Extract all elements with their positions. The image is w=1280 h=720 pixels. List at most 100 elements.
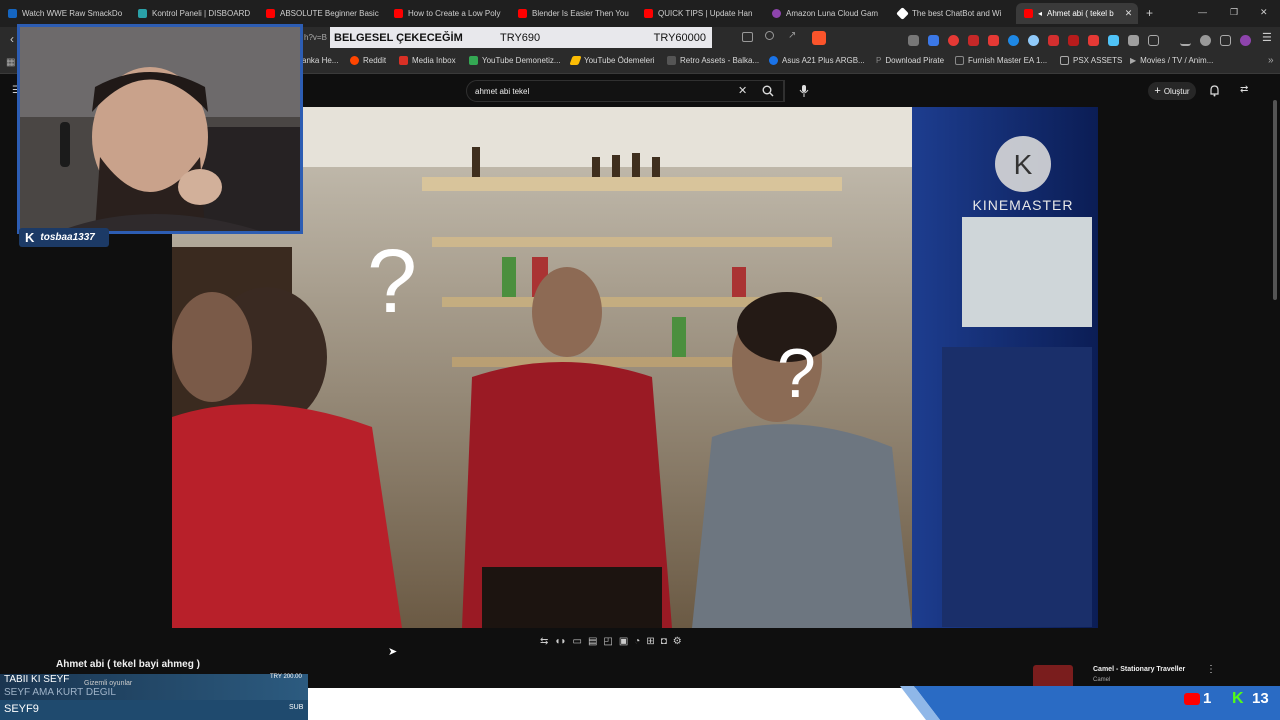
extension-icon[interactable]: [1068, 35, 1079, 46]
tab-amazon-luna[interactable]: Amazon Luna Cloud Gam: [764, 3, 890, 24]
search-input[interactable]: ahmet abi tekel: [466, 80, 784, 102]
retro-assets-icon: [667, 56, 676, 65]
account-avatar-icon[interactable]: ⇄: [1240, 84, 1248, 95]
zoom-icon[interactable]: [765, 31, 774, 40]
question-mark-overlay: ?: [367, 232, 417, 332]
bookmark-item[interactable]: YouTube Ödemeleri: [569, 56, 655, 65]
bookmark-item[interactable]: YouTube Demonetiz...: [469, 56, 561, 65]
bookmark-label: Furnish Master EA 1...: [968, 56, 1048, 65]
youtube-icon: [644, 9, 653, 18]
tab-wwe[interactable]: Watch WWE Raw SmackDo: [0, 3, 130, 24]
donation-goal: TRY60000: [653, 31, 706, 44]
chat-bar: [0, 700, 308, 720]
audio-icon[interactable]: ◖◗: [554, 636, 566, 647]
notifications-bell-icon[interactable]: [1209, 84, 1220, 97]
tab-chatbot[interactable]: The best ChatBot and Wi: [890, 3, 1016, 24]
extension-icon[interactable]: [1028, 35, 1039, 46]
extension-icon[interactable]: [1108, 35, 1119, 46]
bookmark-label: Asus A21 Plus ARGB...: [782, 56, 865, 65]
share-icon[interactable]: ↗: [788, 30, 796, 41]
extensions-puzzle-icon[interactable]: [1128, 35, 1139, 46]
extension-icon[interactable]: [928, 35, 939, 46]
tab-absolute-beginner[interactable]: ABSOLUTE Beginner Basic: [258, 3, 386, 24]
tab-title: The best ChatBot and Wi: [912, 9, 1002, 18]
tab-title: How to Create a Low Poly: [408, 9, 501, 18]
tab-close-icon[interactable]: ✕: [1125, 8, 1133, 19]
microphone-icon[interactable]: [799, 84, 809, 98]
tab-quick-tips[interactable]: QUICK TIPS | Update Han: [636, 3, 764, 24]
clear-search-icon[interactable]: ✕: [738, 84, 747, 97]
extension-icon[interactable]: [968, 35, 979, 46]
speed-icon[interactable]: ◔: [634, 636, 640, 647]
more-bookmarks-icon[interactable]: »: [1268, 55, 1274, 66]
chat-price: TRY 200.00: [270, 674, 302, 680]
bookmark-label: Media Inbox: [412, 56, 456, 65]
back-icon[interactable]: ‹: [10, 32, 14, 46]
extension-icon[interactable]: [988, 35, 999, 46]
sidebar-icon[interactable]: [1148, 35, 1159, 46]
bookmark-item[interactable]: P Download Pirate: [876, 56, 944, 65]
youtube-icon: [394, 9, 403, 18]
bookmark-item[interactable]: anka He...: [302, 56, 338, 65]
bookmark-item[interactable]: ▶ Movies / TV / Anim...: [1130, 56, 1213, 65]
crop-icon[interactable]: ◰: [603, 636, 612, 647]
more-options-icon[interactable]: ⋮: [1206, 664, 1216, 675]
video-enhancer-toolbar: ⇆ ◖◗ ▭ ▤ ◰ ▣ ◔ ⊞ ◘ ⚙: [540, 633, 732, 649]
pirate-icon: P: [876, 56, 882, 65]
extension-icon[interactable]: [908, 35, 919, 46]
streamer-username: tosbaa1337: [40, 232, 95, 243]
extension-icon[interactable]: [1008, 35, 1019, 46]
bookmark-item[interactable]: Reddit: [350, 56, 386, 65]
new-tab-button[interactable]: +: [1146, 6, 1153, 20]
bookmark-item[interactable]: Furnish Master EA 1...: [955, 56, 1047, 65]
menu-icon[interactable]: ☰: [1262, 31, 1272, 44]
tab-title: Amazon Luna Cloud Gam: [786, 9, 879, 18]
create-button[interactable]: + Oluştur: [1148, 82, 1196, 100]
tab-low-poly[interactable]: How to Create a Low Poly: [386, 3, 510, 24]
film-icon[interactable]: ▤: [588, 636, 597, 647]
tab-title: Kontrol Paneli | DISBOARD: [152, 9, 251, 18]
kick-viewer-count: 13: [1252, 690, 1269, 707]
media-icon[interactable]: [1200, 35, 1211, 46]
tab-disboard[interactable]: Kontrol Paneli | DISBOARD: [130, 3, 258, 24]
webcam-overlay: [17, 24, 303, 234]
settings-gear-icon[interactable]: ⚙: [673, 636, 682, 647]
tab-title: Blender Is Easier Then You: [532, 9, 629, 18]
url-fragment[interactable]: h?v=B: [304, 33, 327, 42]
page-scrollbar[interactable]: [1273, 100, 1277, 300]
video-player[interactable]: ? ? K KINEMASTER: [172, 107, 1098, 628]
browser-tab-bar: Watch WWE Raw SmackDo Kontrol Paneli | D…: [0, 0, 1280, 27]
screen-icon[interactable]: ▭: [572, 636, 581, 647]
profile-icon[interactable]: [1240, 35, 1251, 46]
loop-icon[interactable]: ⇆: [540, 636, 548, 647]
bookmark-item[interactable]: Asus A21 Plus ARGB...: [769, 56, 865, 65]
add-icon[interactable]: ⊞: [646, 636, 654, 647]
extension-icon[interactable]: [948, 35, 959, 46]
bookmark-item[interactable]: Retro Assets - Balka...: [667, 56, 759, 65]
speaker-icon: ◂: [1038, 9, 1043, 18]
tab-ahmet-abi-active[interactable]: ◂ Ahmet abi ( tekel b ✕: [1016, 3, 1138, 24]
brave-shield-icon[interactable]: [812, 31, 826, 45]
close-window-button[interactable]: ✕: [1260, 7, 1268, 18]
download-icon[interactable]: [1180, 35, 1191, 46]
kick-username-badge: K tosbaa1337: [19, 228, 109, 247]
extension-icon[interactable]: [1048, 35, 1059, 46]
extension-icon[interactable]: [1088, 35, 1099, 46]
tab-blender[interactable]: Blender Is Easier Then You: [510, 3, 636, 24]
cast-icon[interactable]: [742, 32, 753, 42]
next-video-title[interactable]: Camel - Stationary Traveller: [1093, 666, 1185, 673]
sheets-icon: [469, 56, 478, 65]
apps-grid-icon[interactable]: ▦: [6, 57, 15, 68]
mouse-cursor-icon: ➤: [388, 646, 398, 658]
screenshot-icon[interactable]: ◘: [661, 636, 667, 647]
pip-icon[interactable]: ▣: [619, 636, 628, 647]
question-mark-overlay: ?: [777, 334, 816, 412]
youtube-icon: [1184, 693, 1200, 705]
chat-sub: SUB: [289, 704, 304, 711]
bookmark-item[interactable]: PSX ASSETS: [1060, 56, 1122, 65]
bookmark-item[interactable]: Media Inbox: [399, 56, 456, 65]
minimize-button[interactable]: —: [1198, 7, 1207, 17]
split-view-icon[interactable]: [1220, 35, 1231, 46]
maximize-button[interactable]: ❐: [1230, 7, 1238, 18]
search-icon[interactable]: [762, 85, 774, 97]
